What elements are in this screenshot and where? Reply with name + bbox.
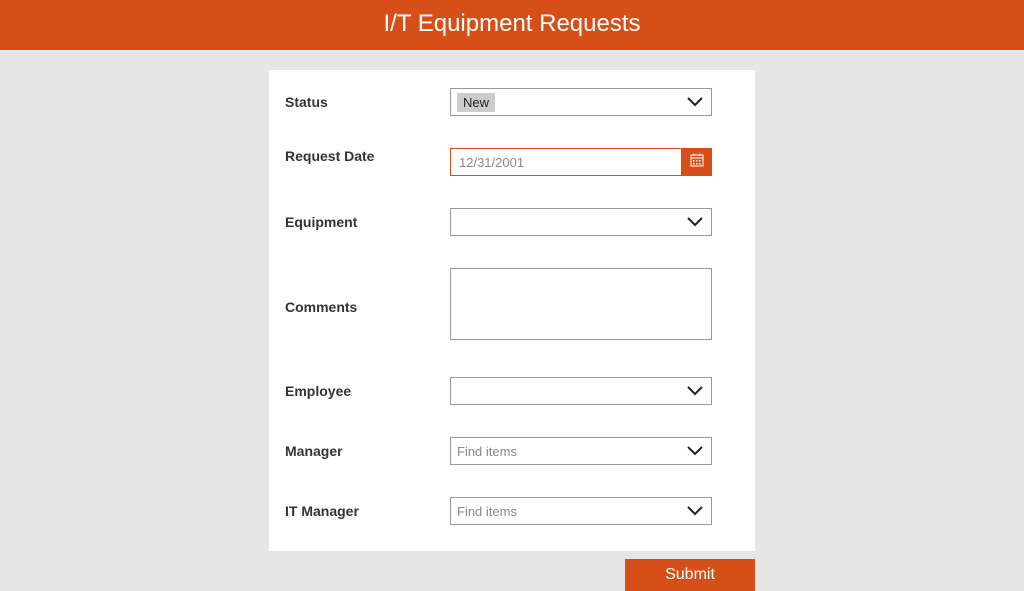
- employee-select[interactable]: [450, 377, 712, 405]
- employee-label: Employee: [285, 383, 450, 399]
- submit-row: Submit: [269, 559, 755, 591]
- it-manager-select[interactable]: Find items: [450, 497, 712, 525]
- chevron-down-icon: [687, 386, 703, 396]
- manager-placeholder: Find items: [457, 444, 517, 459]
- calendar-button[interactable]: [682, 148, 712, 176]
- status-select[interactable]: New: [450, 88, 712, 116]
- manager-row: Manager Find items: [285, 437, 739, 465]
- equipment-row: Equipment: [285, 208, 739, 236]
- employee-row: Employee: [285, 377, 739, 405]
- request-date-input[interactable]: 12/31/2001: [450, 148, 682, 176]
- submit-button[interactable]: Submit: [625, 559, 755, 591]
- comments-row: Comments: [285, 268, 739, 345]
- manager-select[interactable]: Find items: [450, 437, 712, 465]
- page-title: I/T Equipment Requests: [0, 0, 1024, 50]
- status-row: Status New: [285, 88, 739, 116]
- request-date-row: Request Date 12/31/2001: [285, 148, 739, 176]
- calendar-icon: [689, 152, 705, 173]
- request-form: Status New Request Date 12/31/2001: [269, 70, 755, 551]
- it-manager-row: IT Manager Find items: [285, 497, 739, 525]
- equipment-select[interactable]: [450, 208, 712, 236]
- comments-label: Comments: [285, 299, 450, 315]
- status-label: Status: [285, 94, 450, 110]
- it-manager-placeholder: Find items: [457, 504, 517, 519]
- chevron-down-icon: [687, 446, 703, 456]
- request-date-label: Request Date: [285, 148, 450, 176]
- chevron-down-icon: [687, 217, 703, 227]
- request-date-placeholder: 12/31/2001: [459, 155, 524, 170]
- status-value: New: [457, 93, 495, 112]
- chevron-down-icon: [687, 97, 703, 107]
- manager-label: Manager: [285, 443, 450, 459]
- it-manager-label: IT Manager: [285, 503, 450, 519]
- chevron-down-icon: [687, 506, 703, 516]
- equipment-label: Equipment: [285, 214, 450, 230]
- comments-textarea[interactable]: [450, 268, 712, 340]
